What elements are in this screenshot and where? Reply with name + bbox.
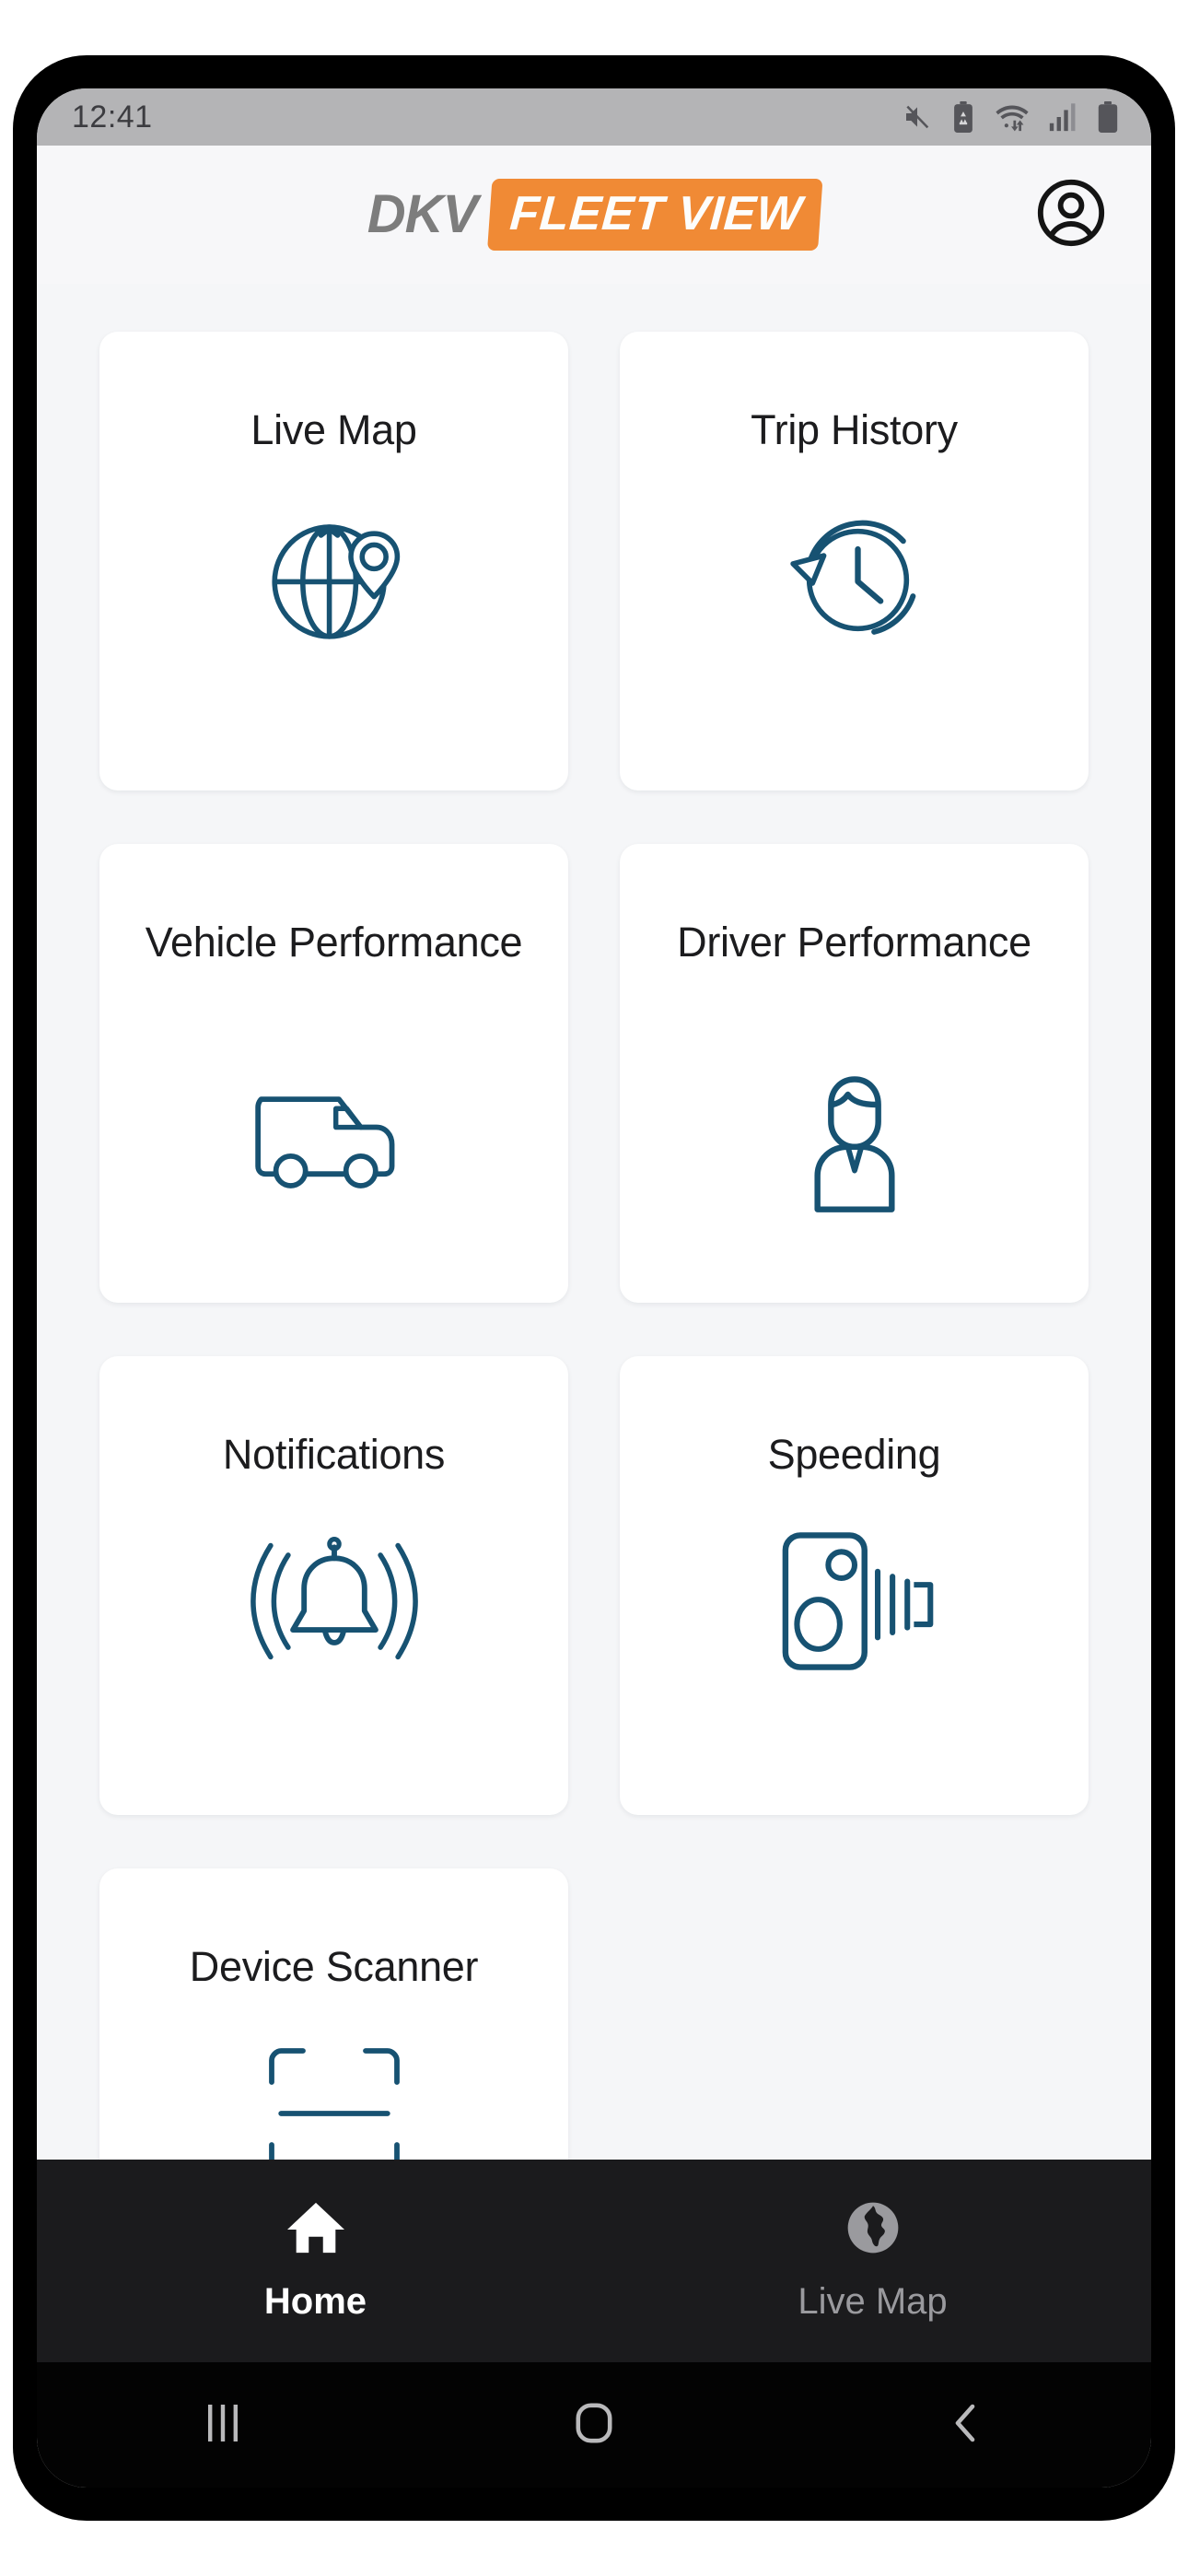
status-bar-icons — [901, 101, 1120, 133]
wifi-icon — [993, 101, 1031, 133]
back-icon — [945, 2401, 985, 2450]
tile-trip-history-label: Trip History — [751, 406, 958, 453]
android-system-navigation — [37, 2362, 1151, 2488]
globe-pin-icon — [247, 489, 422, 664]
brand-name-dkv: DKV — [367, 184, 478, 244]
bell-ring-icon — [247, 1514, 422, 1689]
tile-vehicle-performance-label: Vehicle Performance — [145, 919, 523, 966]
battery-icon — [1096, 101, 1120, 133]
brand-name-fleetview: FLEET VIEW — [487, 179, 823, 251]
recents-icon — [203, 2401, 243, 2450]
nav-item-live-map[interactable]: Live Map — [594, 2160, 1151, 2362]
tile-notifications-label: Notifications — [222, 1431, 446, 1478]
feature-tile-grid: Live Map Trip History Vehicle Performanc… — [99, 332, 1089, 2160]
phone-screen: 12:41 DKV FLEET VIEW Live Map Trip Histo… — [37, 88, 1151, 2488]
recents-button[interactable] — [37, 2401, 408, 2450]
battery-saver-icon — [950, 101, 976, 133]
home-icon — [285, 2199, 346, 2261]
tile-speeding-label: Speeding — [767, 1431, 941, 1478]
scanner-icon — [247, 2026, 422, 2160]
nav-item-home[interactable]: Home — [37, 2160, 594, 2362]
tile-device-scanner-label: Device Scanner — [189, 1943, 479, 1990]
driver-icon — [767, 1048, 942, 1223]
mute-icon — [901, 102, 934, 132]
nav-item-home-label: Home — [263, 2281, 367, 2322]
back-button[interactable] — [780, 2401, 1151, 2450]
bottom-navigation-bar: Home Live Map — [37, 2160, 1151, 2362]
app-logo: DKV FLEET VIEW — [367, 179, 823, 251]
app-header: DKV FLEET VIEW — [37, 146, 1151, 284]
cellular-signal-icon — [1048, 102, 1079, 132]
tile-trip-history[interactable]: Trip History — [620, 332, 1089, 790]
nav-item-live-map-label: Live Map — [798, 2281, 948, 2322]
account-circle-icon — [1036, 178, 1106, 252]
speed-camera-icon — [767, 1514, 942, 1689]
status-bar-clock: 12:41 — [72, 99, 153, 135]
tile-live-map-label: Live Map — [250, 406, 417, 453]
tile-speeding[interactable]: Speeding — [620, 1356, 1089, 1815]
account-button[interactable] — [1035, 179, 1107, 251]
status-bar: 12:41 — [37, 88, 1151, 146]
tile-vehicle-performance[interactable]: Vehicle Performance — [99, 844, 568, 1303]
home-square-icon — [572, 2401, 616, 2450]
tile-driver-performance-label: Driver Performance — [677, 919, 1031, 966]
clock-history-icon — [767, 489, 942, 664]
tile-driver-performance[interactable]: Driver Performance — [620, 844, 1089, 1303]
tile-device-scanner[interactable]: Device Scanner — [99, 1868, 568, 2160]
globe-icon — [844, 2199, 902, 2261]
device-frame: 12:41 DKV FLEET VIEW Live Map Trip Histo… — [13, 55, 1175, 2521]
home-button[interactable] — [408, 2401, 779, 2450]
van-icon — [247, 1048, 422, 1223]
home-content: Live Map Trip History Vehicle Performanc… — [37, 284, 1151, 2160]
tile-notifications[interactable]: Notifications — [99, 1356, 568, 1815]
tile-live-map[interactable]: Live Map — [99, 332, 568, 790]
